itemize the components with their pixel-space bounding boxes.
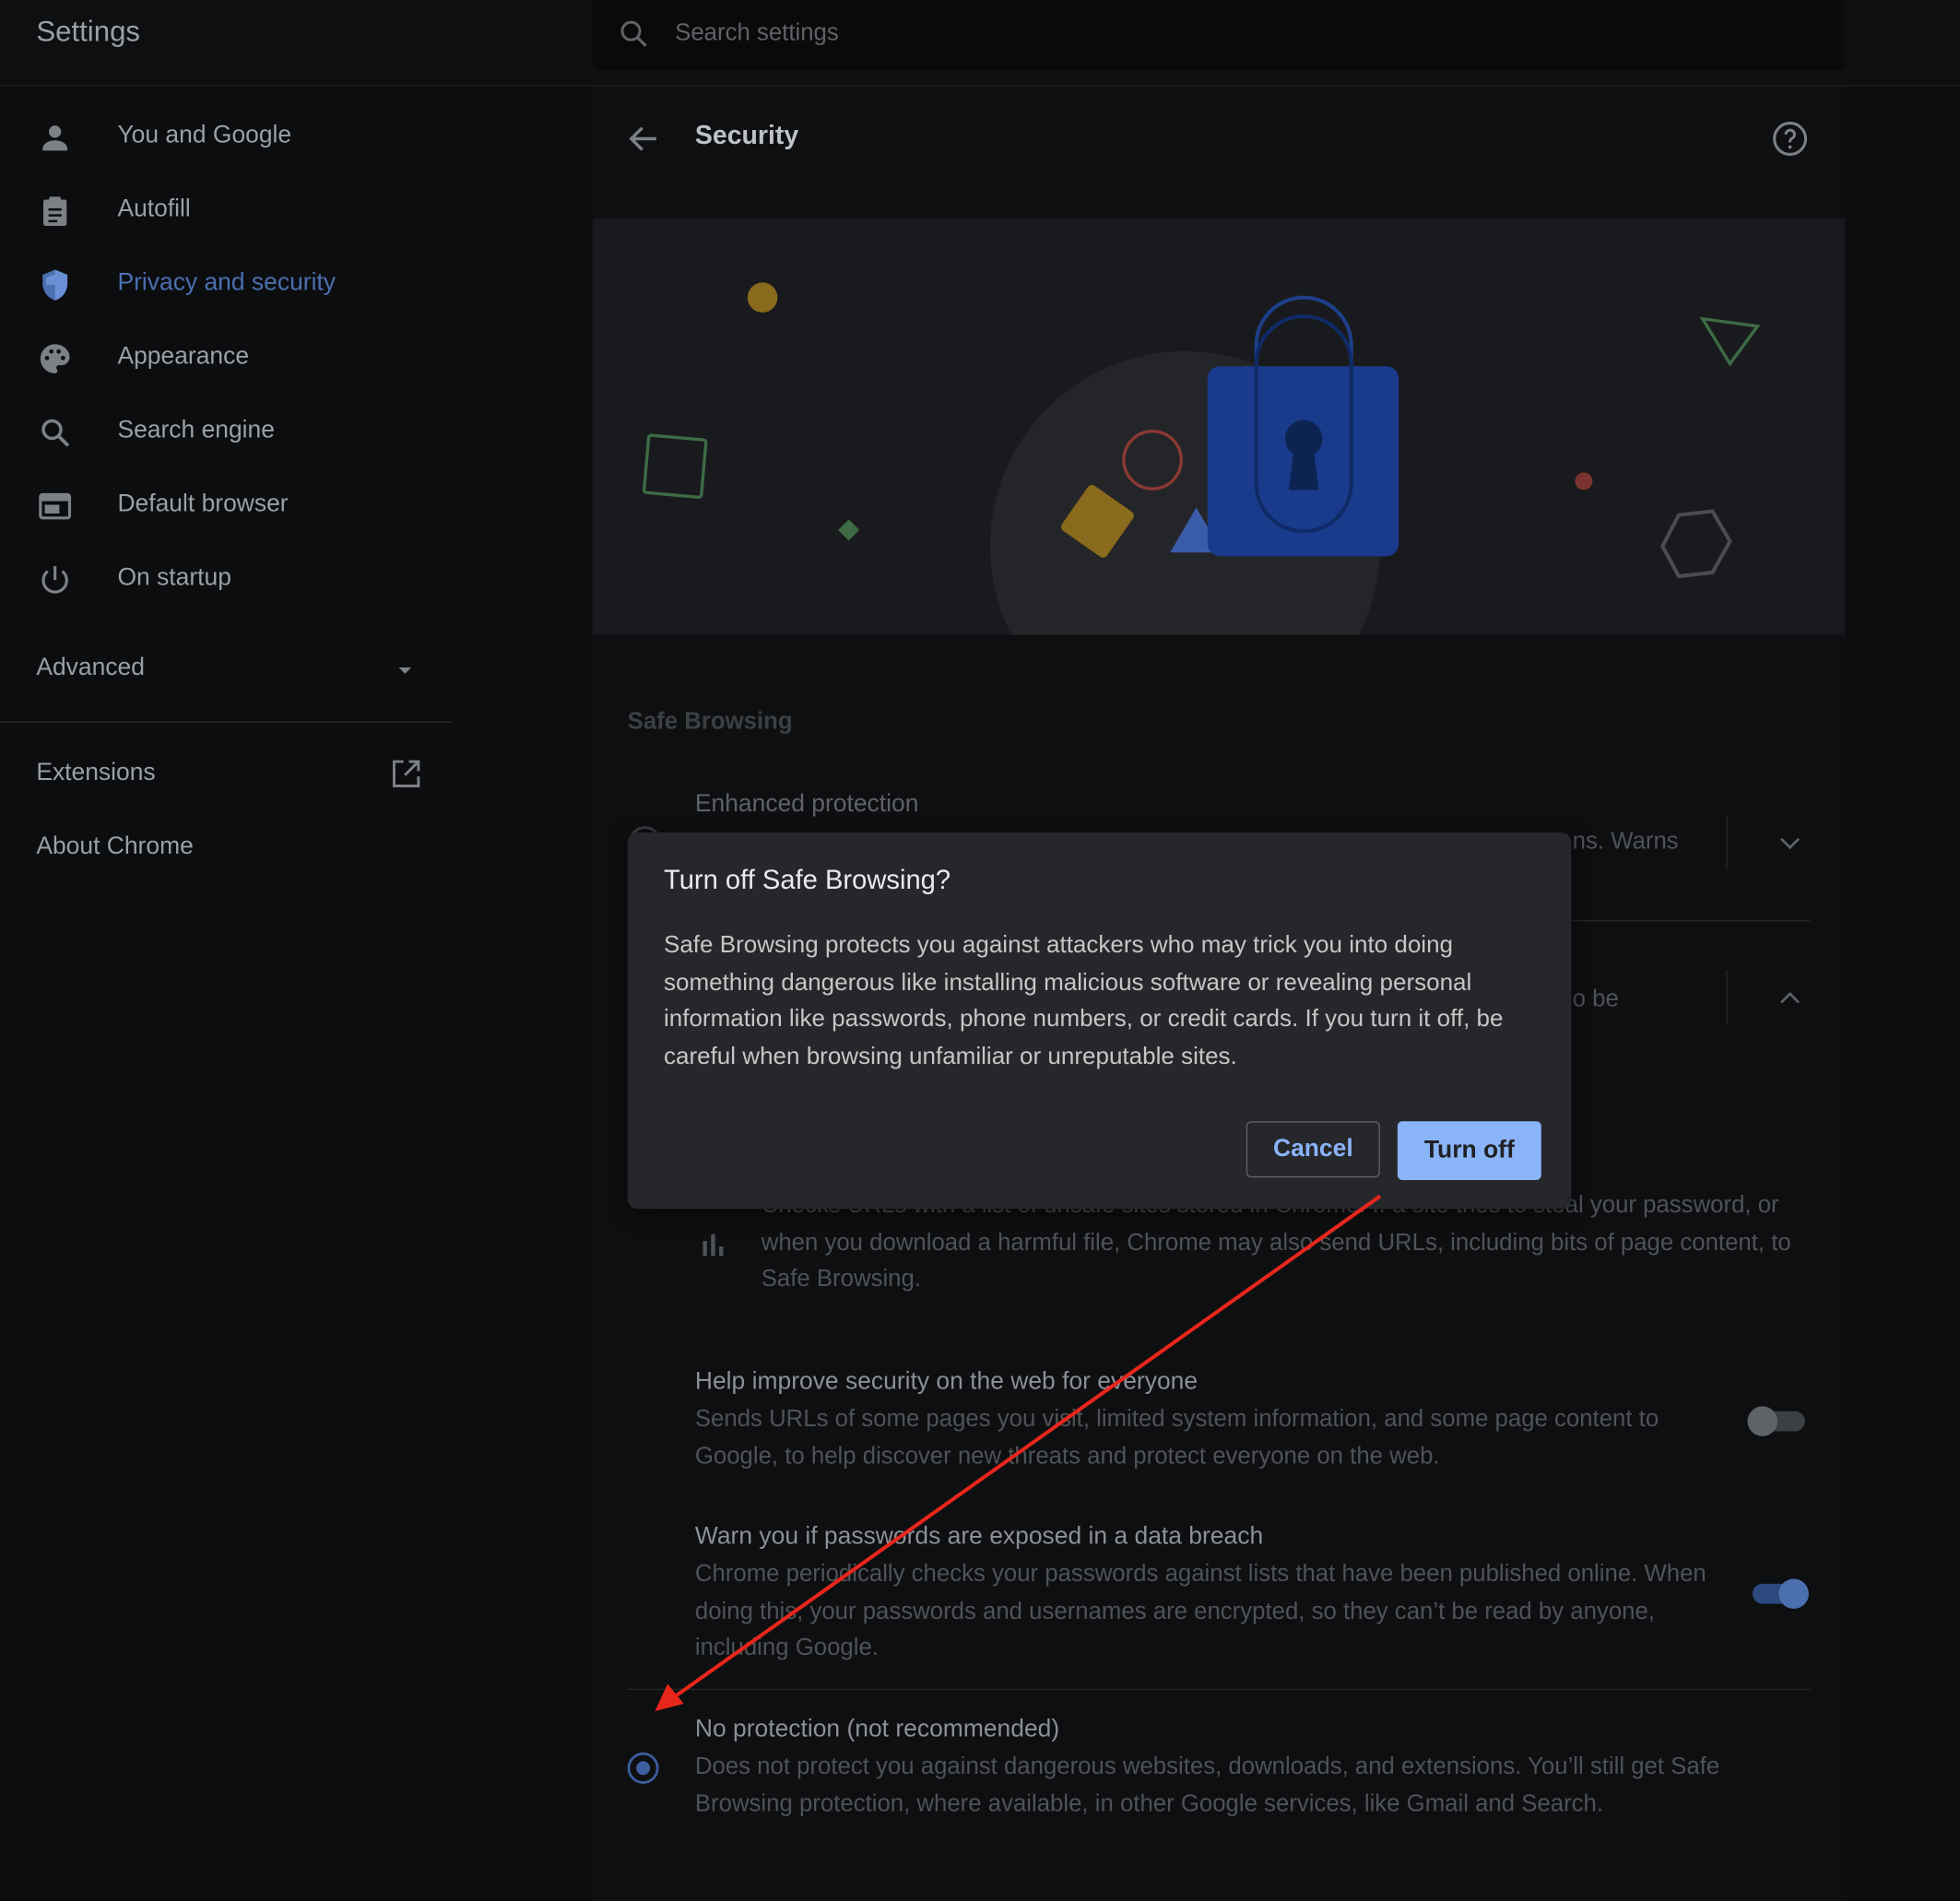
no-protection-desc: Does not protect you against dangerous w…: [694, 1753, 1720, 1817]
sidebar-item-privacy-and-security[interactable]: Privacy and security: [0, 253, 450, 318]
shield-icon: [42, 269, 68, 301]
search-input[interactable]: [675, 16, 1425, 52]
security-banner: [592, 218, 1846, 635]
radio-selected-dot: [636, 1761, 651, 1776]
sidebar-item-you-and-google[interactable]: You and Google: [0, 105, 450, 171]
sidebar-item-on-startup[interactable]: On startup: [0, 548, 450, 613]
password-warn-desc: Chrome periodically checks your password…: [694, 1561, 1706, 1661]
sidebar-item-label: On startup: [117, 563, 231, 592]
chevron-down-icon[interactable]: [1775, 828, 1805, 858]
sidebar-item-label: Appearance: [117, 342, 250, 371]
sidebar-item-label: Autofill: [117, 195, 191, 223]
about-chrome-link[interactable]: About Chrome: [36, 832, 193, 861]
toggle-knob: [1778, 1578, 1809, 1610]
search-icon: [620, 20, 647, 47]
section-title-safe-browsing: Safe Browsing: [627, 708, 793, 736]
sidebar-item-label: Privacy and security: [117, 268, 337, 297]
person-icon: [42, 125, 68, 151]
turn-off-safe-browsing-dialog: Turn off Safe Browsing? Safe Browsing pr…: [627, 832, 1572, 1210]
expand-divider: [1726, 970, 1728, 1025]
enhanced-protection-desc: ns. Warns: [1572, 828, 1679, 856]
sidebar-item-label: Default browser: [117, 490, 289, 518]
sidebar-item-search-engine[interactable]: Search engine: [0, 400, 450, 466]
sidebar-item-label: You and Google: [117, 121, 292, 149]
power-icon: [41, 566, 68, 594]
browser-icon: [39, 492, 72, 520]
turn-off-button[interactable]: Turn off: [1397, 1121, 1541, 1180]
no-protection-radio[interactable]: [627, 1752, 659, 1784]
extensions-link[interactable]: Extensions: [36, 759, 155, 787]
password-warn-toggle[interactable]: [1750, 1577, 1810, 1610]
toggle-knob: [1747, 1406, 1778, 1436]
sidebar-item-appearance[interactable]: Appearance: [0, 326, 450, 392]
expand-divider: [1726, 815, 1728, 870]
sidebar-item-autofill[interactable]: Autofill: [0, 179, 450, 244]
help-icon[interactable]: [1771, 120, 1809, 158]
cancel-button[interactable]: Cancel: [1246, 1121, 1380, 1178]
security-illustration: [642, 282, 1761, 635]
sidebar-item-default-browser[interactable]: Default browser: [0, 474, 450, 539]
no-protection-title: No protection (not recommended): [694, 1715, 1060, 1743]
clipboard-icon: [43, 196, 67, 226]
bar-chart-icon: [703, 1234, 724, 1257]
advanced-section-toggle[interactable]: Advanced: [36, 654, 145, 682]
standard-protection-desc: o be: [1572, 986, 1619, 1013]
app-title: Settings: [36, 15, 141, 48]
row-separator: [627, 1688, 1811, 1691]
help-improve-title: Help improve security on the web for eve…: [694, 1367, 1198, 1396]
search-icon: [41, 419, 70, 447]
page-title: Security: [694, 121, 799, 150]
palette-icon: [40, 344, 70, 373]
help-improve-toggle[interactable]: [1747, 1405, 1808, 1437]
password-warn-title: Warn you if passwords are exposed in a d…: [694, 1522, 1264, 1551]
open-in-new-icon[interactable]: [390, 758, 422, 790]
back-arrow-icon[interactable]: [625, 120, 663, 158]
caret-down-icon: [398, 667, 412, 674]
dialog-title: Turn off Safe Browsing?: [663, 865, 951, 895]
sidebar-divider: [0, 721, 453, 723]
settings-window: Settings You and Google Autofill Privacy…: [0, 0, 1960, 1901]
dialog-body: Safe Browsing protects you against attac…: [663, 932, 1504, 1069]
sidebar-item-label: Search engine: [117, 416, 275, 444]
enhanced-protection-title: Enhanced protection: [694, 789, 919, 818]
help-improve-desc: Sends URLs of some pages you visit, limi…: [694, 1406, 1659, 1470]
chevron-up-icon[interactable]: [1775, 984, 1805, 1014]
